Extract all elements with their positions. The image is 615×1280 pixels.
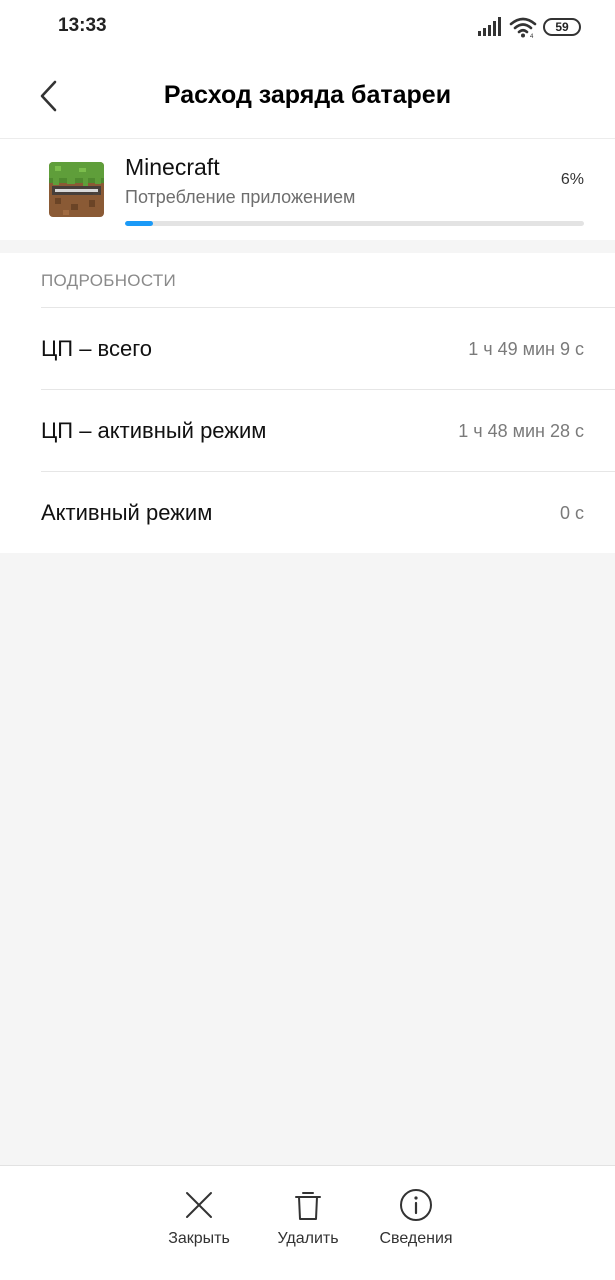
- detail-row-cpu-active: ЦП – активный режим 1 ч 48 мин 28 с: [0, 390, 615, 472]
- close-button-label: Закрыть: [168, 1230, 230, 1247]
- usage-progress-bar: [125, 221, 584, 226]
- detail-row-active-mode: Активный режим 0 с: [0, 472, 615, 554]
- battery-usage-screen: 13:33 4 59 Расход заряда батареи Minecra…: [0, 0, 615, 1280]
- detail-value: 1 ч 48 мин 28 с: [458, 421, 584, 441]
- app-usage-card: Minecraft Потребление приложением 6%: [0, 138, 615, 240]
- close-icon: [186, 1192, 212, 1218]
- app-name: Minecraft: [125, 154, 220, 180]
- battery-icon: 59: [543, 18, 581, 36]
- detail-value: 0 с: [559, 503, 584, 523]
- usage-progress-fill: [125, 221, 153, 226]
- app-usage-percent: 6%: [560, 171, 584, 188]
- page-title: Расход заряда батареи: [163, 81, 452, 109]
- details-header: ПОДРОБНОСТИ: [41, 271, 177, 290]
- uninstall-button-label: Удалить: [277, 1230, 339, 1247]
- svg-text:4: 4: [530, 34, 534, 38]
- uninstall-button[interactable]: Удалить: [253, 1188, 363, 1248]
- detail-label: ЦП – активный режим: [41, 418, 267, 443]
- detail-row-cpu-total: ЦП – всего 1 ч 49 мин 9 с: [0, 308, 615, 390]
- info-button-label: Сведения: [379, 1230, 453, 1247]
- signal-icon: [478, 17, 501, 36]
- app-usage-subtitle: Потребление приложением: [125, 187, 356, 207]
- info-icon: [400, 1189, 432, 1221]
- header: Расход заряда батареи: [0, 54, 615, 138]
- details-section: ПОДРОБНОСТИ ЦП – всего 1 ч 49 мин 9 с ЦП…: [0, 253, 615, 553]
- info-button[interactable]: Сведения: [361, 1188, 471, 1248]
- trash-icon: [295, 1192, 321, 1220]
- bottom-action-bar: Закрыть Удалить Сведения: [0, 1165, 615, 1280]
- minecraft-app-icon: [49, 162, 104, 217]
- wifi-icon: 4: [509, 17, 537, 38]
- status-icons: 4 59: [477, 16, 581, 38]
- detail-label: ЦП – всего: [41, 336, 152, 361]
- battery-level: 59: [555, 20, 569, 34]
- detail-value: 1 ч 49 мин 9 с: [468, 339, 584, 359]
- close-button[interactable]: Закрыть: [144, 1188, 254, 1248]
- status-bar: 13:33 4 59: [0, 0, 615, 54]
- detail-label: Активный режим: [41, 500, 213, 525]
- status-time: 13:33: [58, 15, 107, 36]
